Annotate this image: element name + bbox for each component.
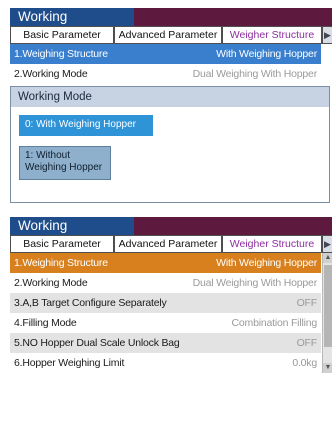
tab-advanced-parameter[interactable]: Advanced Parameter	[114, 235, 222, 253]
item-label: 2.Working Mode	[14, 68, 88, 80]
tab-scroll-right-icon[interactable]: ▶	[322, 235, 332, 253]
tab-weigher-structure[interactable]: Weigher Structure	[222, 26, 322, 44]
working-parameter-panel: Working Parameter Basic Parameter Advanc…	[10, 217, 332, 423]
item-value: With Weighing Hopper	[216, 48, 317, 60]
dialog-title: Working Mode	[11, 87, 329, 107]
item-label: 4.Filling Mode	[14, 317, 77, 329]
item-label: 2.Working Mode	[14, 277, 88, 289]
tab-bar: Basic Parameter Advanced Parameter Weigh…	[10, 26, 332, 44]
scroll-down-icon[interactable]: ▼	[323, 363, 332, 373]
list-item-weighing-structure[interactable]: 1.Weighing Structure With Weighing Hoppe…	[10, 44, 321, 64]
list-item-hopper-weighing-limit[interactable]: 6.Hopper Weighing Limit 0.0kg	[10, 353, 321, 373]
tab-basic-parameter[interactable]: Basic Parameter	[10, 26, 114, 44]
item-value: Dual Weighing With Hopper	[192, 68, 318, 80]
scrollbar[interactable]: ▲ ▼	[322, 253, 332, 373]
tab-basic-parameter[interactable]: Basic Parameter	[10, 235, 114, 253]
item-label: 5.NO Hopper Dual Scale Unlock Bag	[14, 337, 180, 349]
page-title: Working Parameter	[10, 217, 134, 251]
scroll-up-icon[interactable]: ▲	[323, 253, 332, 263]
item-value: OFF	[296, 337, 318, 349]
parameter-list: 1.Weighing Structure With Weighing Hoppe…	[10, 253, 321, 373]
list-item-working-mode[interactable]: 2.Working Mode Dual Weighing With Hopper	[10, 273, 321, 293]
page-title: Working Parameter	[10, 8, 134, 42]
list-item-target-configure[interactable]: 3.A,B Target Configure Separately OFF	[10, 293, 321, 313]
item-label: 3.A,B Target Configure Separately	[14, 297, 167, 309]
item-label: 6.Hopper Weighing Limit	[14, 357, 125, 369]
working-parameter-panel-popup: Working Parameter Basic Parameter Advanc…	[10, 8, 332, 203]
tab-scroll-right-icon[interactable]: ▶	[322, 26, 332, 44]
title-bar: Working Parameter	[10, 8, 332, 42]
list-item-weighing-structure[interactable]: 1.Weighing Structure With Weighing Hoppe…	[10, 253, 321, 273]
item-value: Dual Weighing With Hopper	[192, 277, 318, 289]
list-item-working-mode[interactable]: 2.Working Mode Dual Weighing With Hopper	[10, 64, 321, 84]
tab-advanced-parameter[interactable]: Advanced Parameter	[114, 26, 222, 44]
option-with-weighing-hopper[interactable]: 0: With Weighing Hopper	[19, 115, 153, 136]
item-label: 1.Weighing Structure	[14, 257, 108, 269]
tab-weigher-structure[interactable]: Weigher Structure	[222, 235, 322, 253]
working-mode-dialog: Working Mode 0: With Weighing Hopper 1: …	[10, 86, 330, 203]
list-item-filling-mode[interactable]: 4.Filling Mode Combination Filling	[10, 313, 321, 333]
option-without-weighing-hopper[interactable]: 1: Without Weighing Hopper	[19, 146, 111, 180]
parameter-list: 1.Weighing Structure With Weighing Hoppe…	[10, 44, 321, 84]
list-item-unlock-bag[interactable]: 5.NO Hopper Dual Scale Unlock Bag OFF	[10, 333, 321, 353]
item-value: 0.0kg	[292, 357, 317, 369]
tab-bar: Basic Parameter Advanced Parameter Weigh…	[10, 235, 332, 253]
item-value: Combination Filling	[231, 317, 318, 329]
scroll-thumb[interactable]	[324, 265, 332, 347]
item-value: OFF	[296, 297, 318, 309]
item-value: With Weighing Hopper	[216, 257, 317, 269]
title-bar: Working Parameter	[10, 217, 332, 251]
item-label: 1.Weighing Structure	[14, 48, 108, 60]
